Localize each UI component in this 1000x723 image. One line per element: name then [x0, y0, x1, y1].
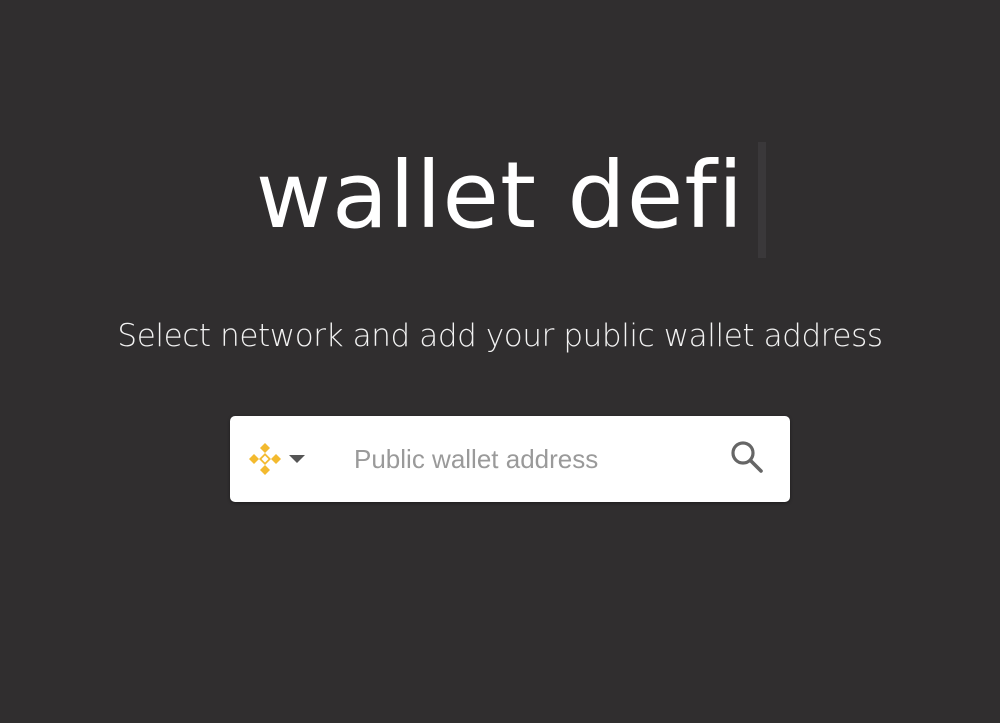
page-subtitle: Select network and add your public walle…	[117, 318, 883, 354]
wallet-search-bar	[230, 416, 790, 502]
binance-icon	[247, 441, 283, 477]
wallet-address-input[interactable]	[354, 434, 714, 484]
search-icon	[730, 440, 764, 478]
brand-title-wrap: wallet defi	[255, 136, 767, 258]
brand-title-text: wallet defi	[255, 142, 745, 249]
network-select[interactable]	[247, 434, 327, 484]
brand-title: wallet defi	[0, 136, 1000, 258]
chevron-down-icon	[289, 455, 305, 463]
page: wallet defi Select network and add your …	[0, 0, 1000, 723]
search-button[interactable]	[724, 436, 770, 482]
text-cursor	[758, 142, 767, 258]
